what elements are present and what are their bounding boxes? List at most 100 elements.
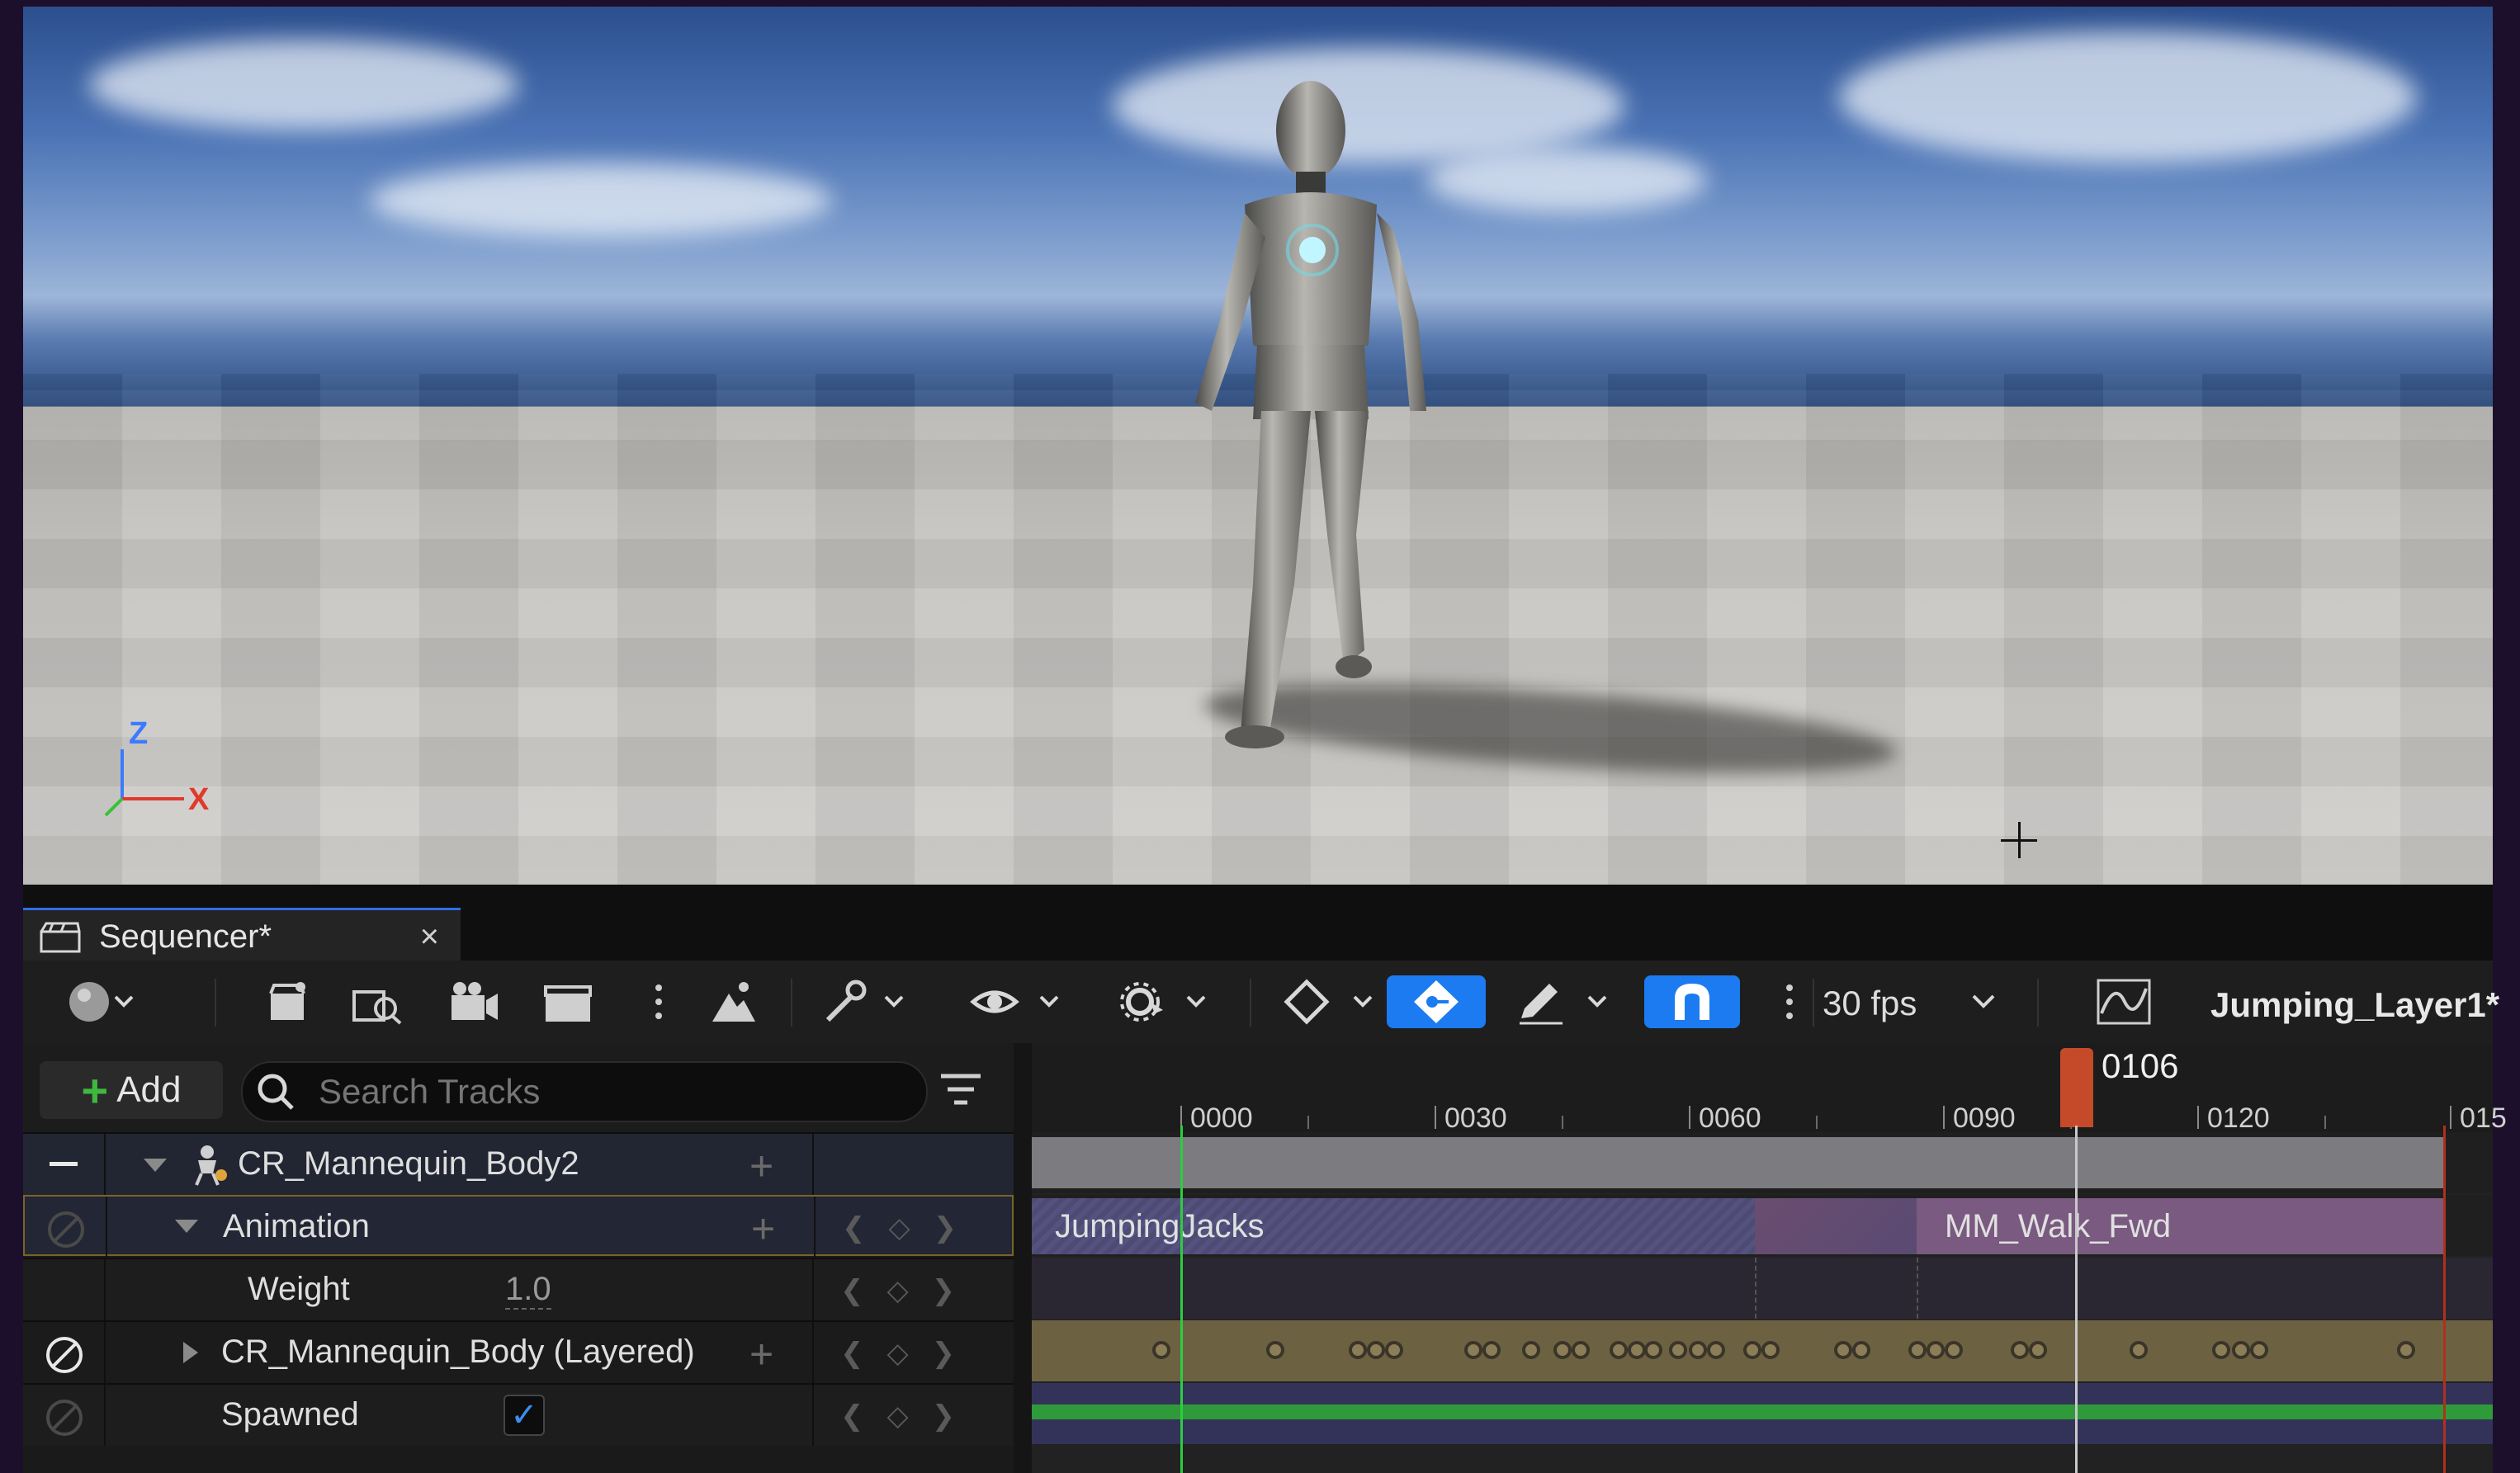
keyframe[interactable] [1743, 1341, 1761, 1359]
spawned-checkbox[interactable]: ✓ [504, 1395, 545, 1436]
playback-start-marker[interactable] [1180, 1126, 1183, 1473]
pen-button[interactable] [1509, 975, 1624, 1028]
timeline-row-weight [1032, 1258, 2493, 1319]
add-key-icon[interactable]: ◇ [887, 1337, 909, 1370]
track-row-weight[interactable]: Weight 1.0 ❮ ◇ ❯ [23, 1258, 1014, 1320]
camera-button[interactable] [441, 975, 507, 1028]
prev-key-icon[interactable]: ❮ [840, 1274, 864, 1307]
keyframe[interactable] [1572, 1341, 1590, 1359]
playhead-handle[interactable] [2060, 1048, 2093, 1127]
key-options-button[interactable] [1278, 975, 1385, 1028]
deactivate-icon[interactable] [46, 1337, 83, 1373]
auto-key-icon [1414, 980, 1459, 1023]
track-row-control-rig[interactable]: CR_Mannequin_Body (Layered) + ❮ ◇ ❯ [23, 1320, 1014, 1383]
chevron-down-icon[interactable] [140, 1155, 170, 1175]
section-blend-region[interactable] [1755, 1198, 1917, 1254]
add-subtrack-icon[interactable]: + [749, 1142, 773, 1190]
keyframe[interactable] [1482, 1341, 1501, 1359]
keyframe[interactable] [1908, 1341, 1927, 1359]
keyframe[interactable] [2232, 1341, 2250, 1359]
weight-value[interactable]: 1.0 [505, 1271, 551, 1310]
prev-key-icon[interactable]: ❮ [840, 1337, 864, 1370]
playback-options-button[interactable] [1111, 975, 1218, 1028]
next-key-icon[interactable]: ❯ [934, 1211, 957, 1244]
close-icon[interactable]: × [420, 918, 439, 956]
keyframe[interactable] [2397, 1341, 2415, 1359]
keyframe[interactable] [1266, 1341, 1284, 1359]
world-button[interactable] [56, 975, 147, 1028]
keyframe[interactable] [1689, 1341, 1707, 1359]
tools-button[interactable] [816, 975, 915, 1028]
add-key-icon[interactable]: ◇ [889, 1211, 910, 1244]
keyframe[interactable] [1945, 1341, 1963, 1359]
time-ruler[interactable]: 0000 0030 0060 0090 0120 015 0106 [1032, 1043, 2507, 1134]
blend-guide [1917, 1258, 1920, 1319]
curve-editor-button[interactable] [2087, 975, 2161, 1028]
deactivate-icon[interactable] [46, 1400, 83, 1436]
keyframe[interactable] [1553, 1341, 1572, 1359]
search-input[interactable] [317, 1071, 898, 1112]
keyframe[interactable] [1152, 1341, 1170, 1359]
add-key-icon[interactable]: ◇ [887, 1274, 909, 1307]
actor-bar[interactable] [1032, 1137, 2445, 1188]
track-row-actor[interactable]: CR_Mannequin_Body2 + [23, 1132, 1014, 1195]
keyframe[interactable] [1852, 1341, 1870, 1359]
filter-icon[interactable] [938, 1069, 984, 1111]
playback-end-marker[interactable] [2443, 1126, 2446, 1473]
frame-rate-select[interactable]: 30 fps [1823, 984, 1917, 1023]
keyframe[interactable] [2011, 1341, 2029, 1359]
fps-dropdown-button[interactable] [1963, 975, 2004, 1028]
keyframe[interactable] [1610, 1341, 1628, 1359]
view-options-button[interactable] [964, 975, 1071, 1028]
keyframe[interactable] [2130, 1341, 2148, 1359]
add-section-icon[interactable]: + [751, 1205, 775, 1253]
section-mm-walk-fwd[interactable]: MM_Walk_Fwd [1917, 1198, 2445, 1254]
keyframe[interactable] [1644, 1341, 1662, 1359]
keyframe[interactable] [1522, 1341, 1540, 1359]
keyframe[interactable] [1834, 1341, 1852, 1359]
keyframe[interactable] [1761, 1341, 1780, 1359]
add-section-icon[interactable]: + [749, 1330, 773, 1378]
auto-key-button[interactable] [1387, 975, 1486, 1028]
snap-options-button[interactable] [1775, 975, 1804, 1028]
spawn-bar[interactable] [1032, 1405, 2493, 1419]
ruler-tick [1435, 1106, 1436, 1129]
keyframe[interactable] [1669, 1341, 1687, 1359]
add-track-button[interactable]: + Add [40, 1061, 223, 1119]
render-button[interactable] [700, 975, 766, 1028]
next-key-icon[interactable]: ❯ [932, 1274, 956, 1307]
deactivate-icon[interactable] [48, 1211, 84, 1248]
keyframe[interactable] [2029, 1341, 2047, 1359]
keyframe[interactable] [1367, 1341, 1385, 1359]
keyframe[interactable] [1464, 1341, 1482, 1359]
next-key-icon[interactable]: ❯ [932, 1337, 956, 1370]
tab-sequencer[interactable]: Sequencer* × [23, 908, 461, 963]
save-button[interactable] [254, 975, 320, 1028]
mannequin-character[interactable] [1162, 73, 1459, 758]
chevron-down-icon[interactable] [172, 1216, 201, 1236]
keyframe[interactable] [2212, 1341, 2230, 1359]
camera-icon [452, 982, 498, 1020]
keyframe[interactable] [1628, 1341, 1646, 1359]
level-viewport[interactable]: Z X [23, 7, 2493, 885]
collapse-all-icon[interactable] [50, 1162, 78, 1166]
clapper-button[interactable] [535, 975, 601, 1028]
keyframe[interactable] [1927, 1341, 1945, 1359]
keyframe[interactable] [1349, 1341, 1367, 1359]
keyframe[interactable] [2250, 1341, 2268, 1359]
keyframe[interactable] [1385, 1341, 1403, 1359]
search-tracks-field[interactable] [241, 1061, 928, 1122]
prev-key-icon[interactable]: ❮ [840, 1400, 864, 1433]
track-row-animation[interactable]: Animation + ❮ ◇ ❯ [23, 1195, 1014, 1258]
keyframe[interactable] [1707, 1341, 1725, 1359]
add-key-icon[interactable]: ◇ [887, 1400, 909, 1433]
next-key-icon[interactable]: ❯ [932, 1400, 956, 1433]
prev-key-icon[interactable]: ❮ [842, 1211, 866, 1244]
chevron-right-icon[interactable] [180, 1338, 201, 1367]
more-options-button[interactable] [644, 975, 674, 1028]
snap-button[interactable] [1644, 975, 1740, 1028]
timeline-area[interactable]: 0000 0030 0060 0090 0120 015 0106 Jumpin… [1032, 1043, 2507, 1473]
track-row-spawned[interactable]: Spawned ✓ ❮ ◇ ❯ [23, 1383, 1014, 1446]
browse-button[interactable] [345, 975, 411, 1028]
section-jumpingjacks[interactable]: JumpingJacks [1032, 1198, 1755, 1254]
